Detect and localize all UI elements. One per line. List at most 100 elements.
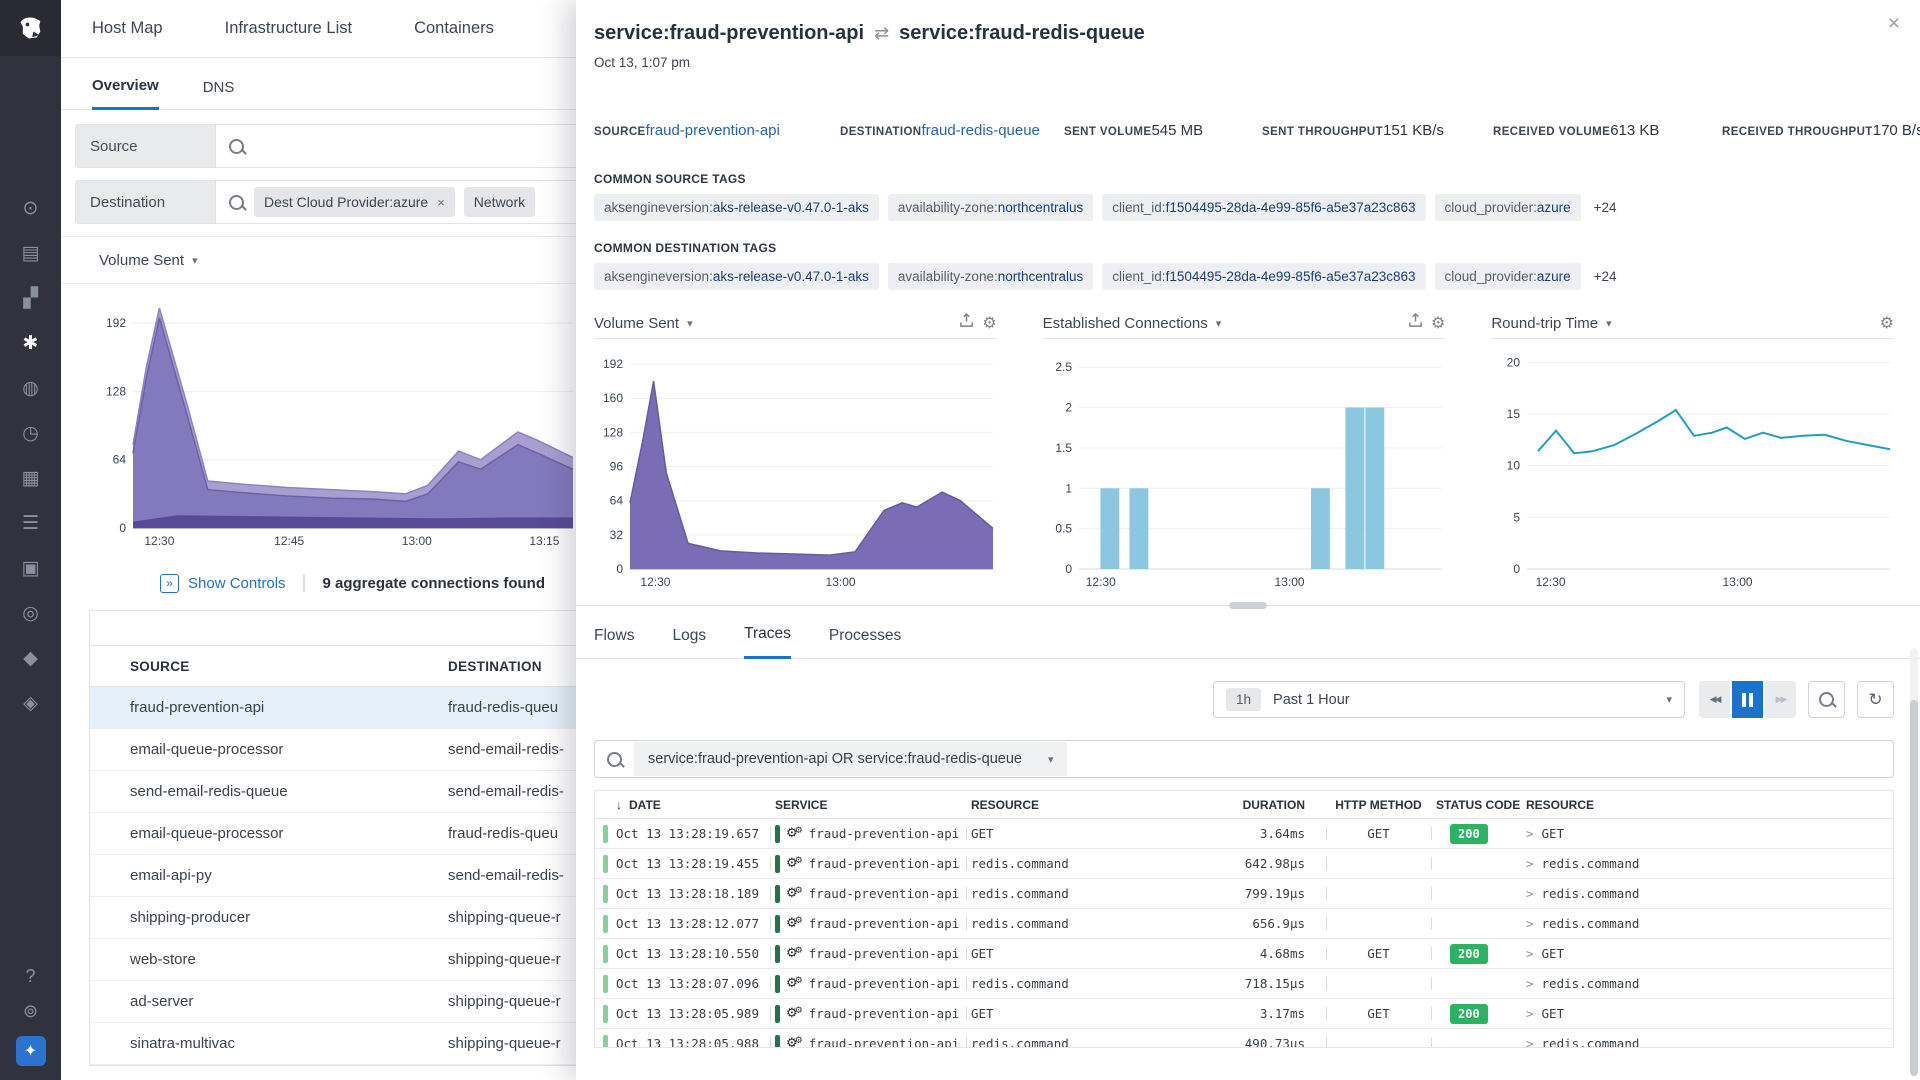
- sidebar-nav: ⊙▤▞✱◍◷▦☰▣◎◆◈: [0, 186, 61, 726]
- destination-search-input[interactable]: Dest Cloud Provider:azure× Network: [216, 187, 576, 217]
- export-icon[interactable]: [959, 313, 974, 333]
- connection-row[interactable]: send-email-redis-queuesend-email-redis-: [90, 771, 576, 813]
- tag-chip[interactable]: client_id:f1504495-28da-4e99-85f6-a5e37a…: [1102, 263, 1425, 290]
- tab-host-map[interactable]: Host Map: [92, 19, 163, 38]
- export-icon[interactable]: [1408, 313, 1423, 333]
- metrics-icon[interactable]: ▞: [0, 276, 61, 321]
- integrations-icon[interactable]: ▦: [0, 456, 61, 501]
- tag-chip[interactable]: aksengineversion:aks-release-v0.47.0-1-a…: [594, 194, 879, 221]
- round-trip-time-chart-title: Round-trip Time: [1491, 315, 1598, 332]
- column-duration[interactable]: DURATION: [1111, 798, 1321, 812]
- datadog-logo[interactable]: [0, 0, 61, 56]
- filter-chip[interactable]: Network: [464, 187, 535, 217]
- notebooks-icon[interactable]: ▣: [0, 546, 61, 591]
- monitors-icon[interactable]: ◍: [0, 366, 61, 411]
- remove-chip-icon[interactable]: ×: [437, 195, 445, 210]
- trace-row[interactable]: Oct 13 13:28:19.455⚙⚙fraud-prevention-ap…: [595, 849, 1893, 879]
- column-destination[interactable]: DESTINATION: [448, 659, 576, 674]
- show-controls-button[interactable]: » Show Controls: [160, 574, 286, 593]
- search-icon: [607, 752, 622, 767]
- gear-icon[interactable]: ⚙: [982, 313, 996, 333]
- round-trip-time-chart[interactable]: 0510152012:3013:00: [1491, 339, 1894, 591]
- column-date[interactable]: DATE: [629, 798, 661, 812]
- tab-traces[interactable]: Traces: [744, 625, 791, 659]
- trace-row[interactable]: Oct 13 13:28:05.989⚙⚙fraud-prevention-ap…: [595, 999, 1893, 1029]
- filter-chip[interactable]: Dest Cloud Provider:azure×: [254, 187, 455, 217]
- trace-row[interactable]: Oct 13 13:28:05.988⚙⚙fraud-prevention-ap…: [595, 1029, 1893, 1048]
- pause-button[interactable]: [1732, 681, 1763, 718]
- column-service[interactable]: SERVICE: [775, 798, 961, 812]
- trace-search-query[interactable]: service:fraud-prevention-api OR service:…: [634, 742, 1067, 776]
- scrollbar-thumb[interactable]: [1910, 700, 1918, 1076]
- tab-processes[interactable]: Processes: [829, 627, 901, 658]
- tag-chip[interactable]: cloud_provider:azure: [1435, 263, 1581, 290]
- zoom-out-button[interactable]: [1808, 681, 1845, 718]
- gear-icon[interactable]: ⚙: [1431, 313, 1445, 333]
- connection-row[interactable]: email-api-pysend-email-redis-: [90, 855, 576, 897]
- established-connections-chart[interactable]: 00.511.522.512:3013:00: [1043, 339, 1446, 591]
- connection-row[interactable]: email-queue-processorsend-email-redis-: [90, 729, 576, 771]
- tag-chip[interactable]: client_id:f1504495-28da-4e99-85f6-a5e37a…: [1102, 194, 1425, 221]
- help-icon[interactable]: ?: [25, 966, 35, 987]
- resize-handle[interactable]: [1229, 602, 1267, 609]
- tab-dns[interactable]: DNS: [203, 79, 235, 109]
- host-map-icon[interactable]: ⊙: [0, 186, 61, 231]
- column-status-code[interactable]: STATUS CODE: [1436, 798, 1526, 812]
- tab-containers[interactable]: Containers: [414, 19, 494, 38]
- metric-selector-dropdown[interactable]: Volume Sent ▾: [61, 236, 576, 284]
- more-tags-link[interactable]: +24: [1594, 269, 1617, 284]
- tag-chip[interactable]: aksengineversion:aks-release-v0.47.0-1-a…: [594, 263, 879, 290]
- connection-row[interactable]: shipping-producershipping-queue-r: [90, 897, 576, 939]
- refresh-button[interactable]: ↻: [1857, 681, 1894, 718]
- forward-button[interactable]: ▶▶: [1765, 681, 1796, 718]
- trace-row[interactable]: Oct 13 13:28:10.550⚙⚙fraud-prevention-ap…: [595, 939, 1893, 969]
- source-search-input[interactable]: [216, 139, 576, 154]
- connection-row[interactable]: sinatra-multivacshipping-queue-r: [90, 1023, 576, 1065]
- chevron-down-icon[interactable]: ▾: [1606, 317, 1612, 330]
- close-icon[interactable]: ×: [1888, 12, 1900, 36]
- svg-text:2: 2: [1065, 401, 1072, 415]
- org-avatar[interactable]: ✦: [16, 1036, 46, 1066]
- trace-row[interactable]: Oct 13 13:28:19.657⚙⚙fraud-prevention-ap…: [595, 819, 1893, 849]
- user-icon[interactable]: ⊚: [23, 1001, 38, 1022]
- rewind-button[interactable]: ◀◀: [1699, 681, 1730, 718]
- tag-chip[interactable]: availability-zone:northcentralus: [888, 263, 1093, 290]
- tab-overview[interactable]: Overview: [92, 77, 159, 110]
- chevron-down-icon[interactable]: ▾: [687, 317, 693, 330]
- chevron-down-icon[interactable]: ▾: [1216, 317, 1222, 330]
- column-source[interactable]: SOURCE: [130, 659, 448, 674]
- column-resource[interactable]: RESOURCE: [971, 798, 1111, 812]
- logs-icon[interactable]: ☰: [0, 501, 61, 546]
- connection-row[interactable]: email-queue-processorfraud-redis-queu: [90, 813, 576, 855]
- trace-row[interactable]: Oct 13 13:28:12.077⚙⚙fraud-prevention-ap…: [595, 909, 1893, 939]
- metric-selector-label: Volume Sent: [99, 252, 184, 269]
- time-range-dropdown[interactable]: 1h Past 1 Hour ▾: [1213, 681, 1685, 718]
- column-http-method[interactable]: HTTP METHOD: [1331, 798, 1426, 812]
- volume-sent-chart[interactable]: 032649612816019212:3013:00: [594, 339, 997, 591]
- tag-chip[interactable]: availability-zone:northcentralus: [888, 194, 1093, 221]
- trace-search-bar[interactable]: service:fraud-prevention-api OR service:…: [594, 740, 1894, 778]
- gear-icon[interactable]: ⚙: [1880, 313, 1894, 333]
- svg-text:32: 32: [610, 528, 624, 542]
- tag-chip[interactable]: cloud_provider:azure: [1435, 194, 1581, 221]
- network-icon[interactable]: ✱: [0, 321, 61, 366]
- tab-infrastructure-list[interactable]: Infrastructure List: [225, 19, 352, 38]
- summary-metrics-row: SOURCEfraud-prevention-apiDESTINATIONfra…: [576, 70, 1920, 140]
- trace-row[interactable]: Oct 13 13:28:18.189⚙⚙fraud-prevention-ap…: [595, 879, 1893, 909]
- connection-row[interactable]: ad-servershipping-queue-r: [90, 981, 576, 1023]
- apm-icon[interactable]: ◎: [0, 591, 61, 636]
- tab-flows[interactable]: Flows: [594, 627, 634, 658]
- connection-row[interactable]: fraud-prevention-apifraud-redis-queu: [90, 687, 576, 729]
- more-tags-link[interactable]: +24: [1594, 200, 1617, 215]
- watchdog-icon[interactable]: ◈: [0, 681, 61, 726]
- sort-down-icon[interactable]: ↓: [616, 798, 622, 812]
- svg-text:15: 15: [1507, 407, 1521, 421]
- volume-sent-overview-chart[interactable]: 06412819212:3012:4513:0013:15: [97, 298, 576, 550]
- column-resource-2[interactable]: RESOURCE: [1526, 798, 1893, 812]
- trace-row[interactable]: Oct 13 13:28:07.096⚙⚙fraud-prevention-ap…: [595, 969, 1893, 999]
- infrastructure-icon[interactable]: ▤: [0, 231, 61, 276]
- tab-logs[interactable]: Logs: [672, 627, 706, 658]
- synthetics-icon[interactable]: ◷: [0, 411, 61, 456]
- security-icon[interactable]: ◆: [0, 636, 61, 681]
- connection-row[interactable]: web-storeshipping-queue-r: [90, 939, 576, 981]
